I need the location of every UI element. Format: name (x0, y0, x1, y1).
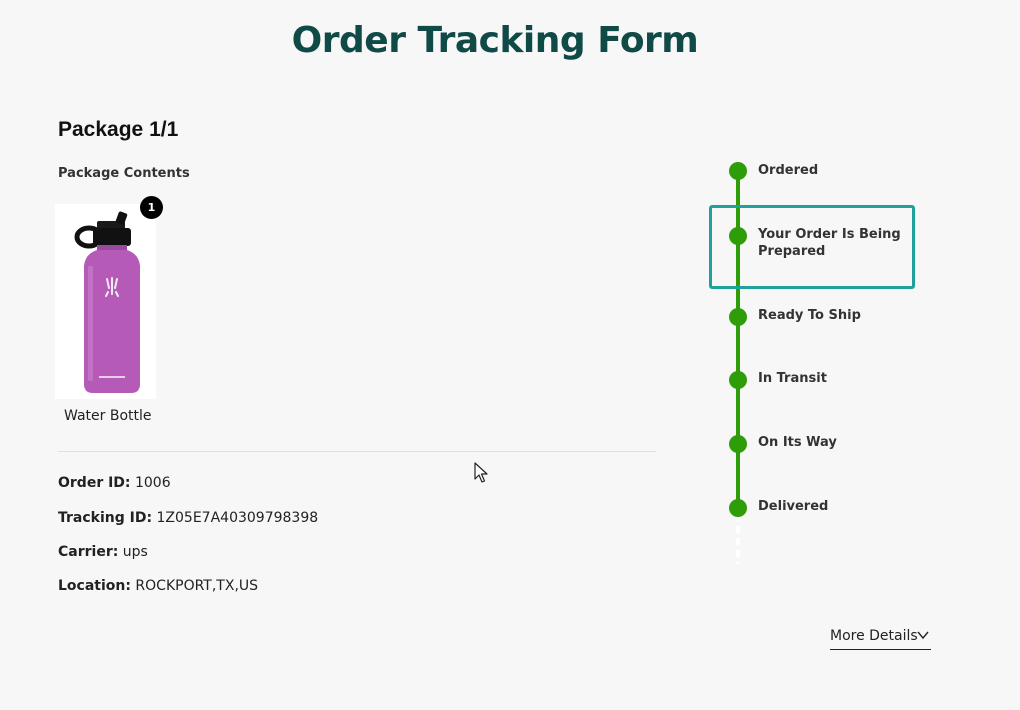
step-label-delivered: Delivered (758, 499, 829, 514)
step-dot-delivered (729, 499, 747, 517)
step-dot-being-prepared (729, 227, 747, 245)
package-contents-label: Package Contents (58, 166, 190, 181)
product-image (55, 204, 156, 399)
timeline-dashed-tail (736, 514, 740, 564)
mouse-cursor-icon (474, 462, 488, 488)
divider (58, 451, 656, 452)
step-label-in-transit: In Transit (758, 371, 827, 386)
order-id-value: 1006 (134, 475, 171, 491)
more-details-button[interactable]: More Details (830, 628, 931, 650)
step-dot-ordered (729, 162, 747, 180)
product-name: Water Bottle (64, 408, 152, 424)
step-dot-in-transit (729, 371, 747, 389)
step-dot-on-its-way (729, 435, 747, 453)
carrier-row: Carrier: ups (58, 544, 148, 560)
quantity-badge: 1 (140, 196, 163, 219)
tracking-id-row: Tracking ID: 1Z05E7A40309798398 (58, 510, 318, 526)
location-value: ROCKPORT,TX,US (135, 578, 259, 594)
water-bottle-image (74, 211, 140, 393)
page-title: Order Tracking Form (291, 20, 699, 61)
tracking-id-label: Tracking ID: (58, 510, 153, 526)
order-tracking-page: Order Tracking Form Package 1/1 Package … (0, 0, 1020, 710)
step-label-ordered: Ordered (758, 163, 819, 178)
step-label-ready-to-ship: Ready To Ship (758, 308, 861, 323)
carrier-value: ups (122, 544, 148, 560)
more-details-label: More Details (830, 628, 918, 644)
step-dot-ready-to-ship (729, 308, 747, 326)
location-row: Location: ROCKPORT,TX,US (58, 578, 258, 594)
order-id-row: Order ID: 1006 (58, 475, 171, 491)
step-label-on-its-way: On Its Way (758, 435, 837, 450)
step-label-being-prepared: Your Order Is Being Prepared (758, 227, 901, 259)
location-label: Location: (58, 578, 131, 594)
package-title: Package 1/1 (58, 118, 179, 141)
order-id-label: Order ID: (58, 475, 131, 491)
tracking-id-value: 1Z05E7A40309798398 (156, 510, 319, 526)
carrier-label: Carrier: (58, 544, 119, 560)
chevron-down-icon (917, 629, 929, 645)
